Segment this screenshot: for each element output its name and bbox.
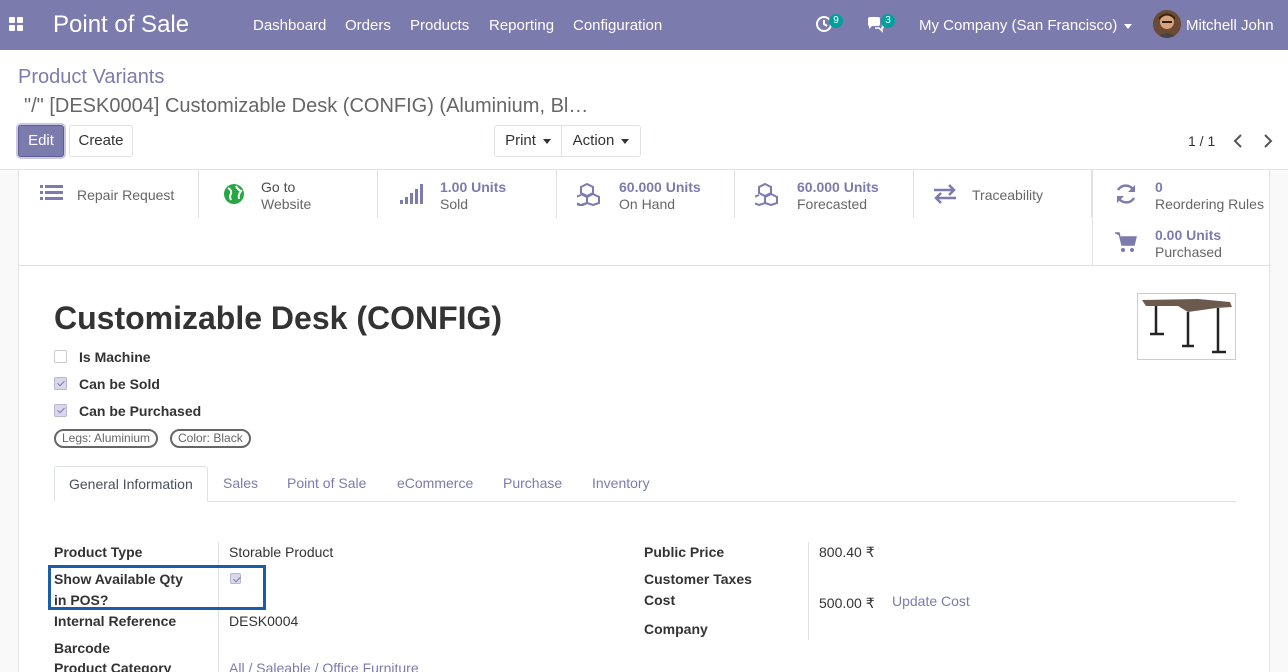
tab-sales[interactable]: Sales [223,466,258,502]
tab-general-information[interactable]: General Information [54,466,208,502]
sold-value: 1.00 Units [440,179,507,195]
website-line1: Go to [261,179,296,195]
can-be-sold-label: Can be Sold [79,376,160,392]
cubes-icon [577,182,600,206]
product-category-label: Product Category [54,660,172,672]
breadcrumb-product-variants[interactable]: Product Variants [18,66,164,89]
chevron-down-icon [542,138,551,144]
reorder-value: 0 [1155,179,1163,195]
user-avatar[interactable] [1153,10,1181,38]
app-title[interactable]: Point of Sale [53,11,189,39]
refresh-icon [1116,184,1136,204]
globe-icon [224,184,244,204]
purchased-button[interactable]: 0.00 Units Purchased [1092,218,1271,266]
tab-ecommerce[interactable]: eCommerce [397,466,473,502]
pager-value[interactable]: 1 / 1 [1188,133,1215,149]
forecast-label: Forecasted [797,196,868,212]
cost-label: Cost [644,592,676,608]
attribute-tag-color: Color: Black [170,429,251,448]
public-price-label: Public Price [644,544,725,560]
highlight-box [48,565,266,610]
attribute-tag-legs: Legs: Aluminium [54,429,159,448]
cost-value[interactable]: 500.00 ₹ [819,595,875,612]
field-separator [808,542,809,640]
menu-orders[interactable]: Orders [345,17,391,34]
can-be-purchased-label: Can be Purchased [79,403,202,419]
tab-inventory[interactable]: Inventory [592,466,650,502]
on-hand-value: 60.000 Units [619,179,701,195]
tab-point-of-sale[interactable]: Point of Sale [287,466,366,502]
chevron-left-icon[interactable] [1232,133,1244,149]
repair-request-label: Repair Request [77,187,175,203]
breadcrumb-current-record: "/" [DESK0004] Customizable Desk (CONFIG… [24,95,589,117]
cubes-icon [755,182,778,206]
product-type-label: Product Type [54,544,143,560]
units-sold-button[interactable]: 1.00 Units Sold [378,170,557,218]
apps-menu-icon[interactable] [9,17,25,33]
tab-purchase[interactable]: Purchase [503,466,562,502]
smart-buttons-bar: Repair Request Go to Website 1.00 Units … [19,170,1271,266]
sold-label: Sold [440,196,469,212]
is-machine-label: Is Machine [79,349,151,365]
on-hand-button[interactable]: 60.000 Units On Hand [557,170,735,218]
forecasted-button[interactable]: 60.000 Units Forecasted [735,170,914,218]
chevron-down-icon [1124,23,1133,29]
list-icon [40,185,63,200]
signal-bars-icon [400,184,423,204]
barcode-label: Barcode [54,640,111,656]
go-to-website-button[interactable]: Go to Website [199,170,378,218]
company-switcher[interactable]: My Company (San Francisco) [919,17,1133,34]
on-hand-label: On Hand [619,196,676,212]
can-be-purchased-checkbox[interactable] [54,404,67,417]
reordering-rules-button[interactable]: 0 Reordering Rules [1092,170,1271,218]
update-cost-button[interactable]: Update Cost [892,593,970,609]
user-name[interactable]: Mitchell John [1186,17,1274,34]
action-label: Action [572,132,615,149]
menu-configuration[interactable]: Configuration [573,17,662,34]
create-button[interactable]: Create [69,125,133,157]
internal-reference-value[interactable]: DESK0004 [229,613,298,629]
purchased-label: Purchased [1155,244,1222,260]
product-category-link[interactable]: All / Saleable / Office Furniture [229,660,419,672]
reorder-label: Reordering Rules [1155,196,1264,212]
product-type-value[interactable]: Storable Product [229,544,333,560]
forecast-value: 60.000 Units [797,179,879,195]
traceability-button[interactable]: Traceability [914,170,1092,218]
is-machine-checkbox[interactable] [54,350,67,363]
menu-reporting[interactable]: Reporting [489,17,554,34]
edit-button[interactable]: Edit [18,125,64,157]
activity-count-badge: 9 [829,14,843,28]
desk-image [1142,299,1232,354]
action-dropdown[interactable]: Action [561,125,641,157]
form-tabs: General Information Sales Point of Sale … [54,466,1236,502]
shopping-cart-icon [1115,232,1137,252]
top-navbar: Point of Sale Dashboard Orders Products … [0,0,1288,50]
company-label: Company [644,621,708,637]
website-line2: Website [261,196,312,212]
menu-products[interactable]: Products [410,17,469,34]
customer-taxes-label: Customer Taxes [644,571,752,587]
repair-request-button[interactable]: Repair Request [19,170,199,218]
chevron-down-icon [621,138,630,144]
form-sheet: Repair Request Go to Website 1.00 Units … [18,170,1271,672]
chevron-right-icon[interactable] [1262,133,1274,149]
internal-reference-label: Internal Reference [54,613,177,629]
can-be-sold-checkbox[interactable] [54,377,67,390]
public-price-value[interactable]: 800.40 ₹ [819,544,875,561]
purchased-value: 0.00 Units [1155,227,1222,243]
control-panel: Product Variants "/" [DESK0004] Customiz… [0,50,1288,170]
company-name: My Company (San Francisco) [919,17,1118,34]
product-name[interactable]: Customizable Desk (CONFIG) [54,300,502,337]
message-count-badge: 3 [881,14,895,28]
print-dropdown[interactable]: Print [494,125,562,157]
print-label: Print [505,132,536,149]
menu-dashboard[interactable]: Dashboard [253,17,326,34]
product-image[interactable] [1137,293,1236,360]
traceability-label: Traceability [972,187,1044,203]
exchange-arrows-icon [934,184,956,204]
